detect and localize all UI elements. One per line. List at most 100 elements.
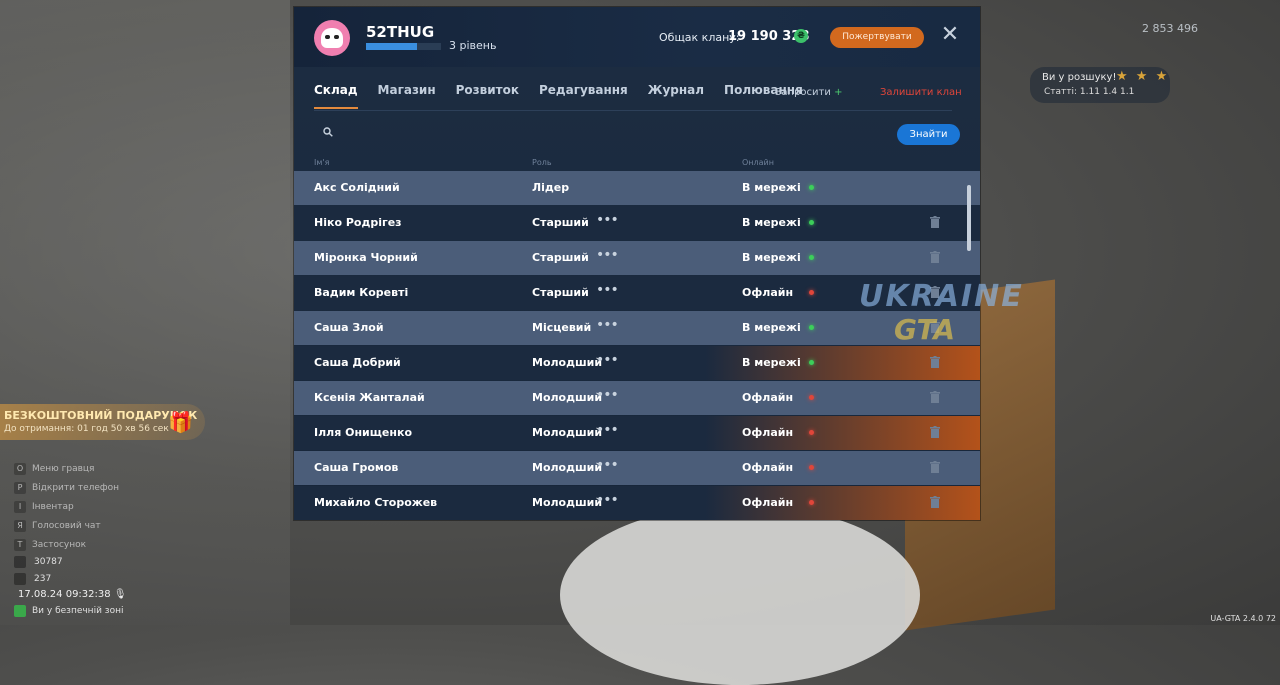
table-row[interactable]: Міронка Чорний Старший ••• В мережі [294, 241, 980, 275]
search-icon [323, 127, 333, 137]
ukraine-gta-watermark: UKRAINE GTA [859, 279, 1022, 349]
wanted-stars: ★ ★ ★ [1116, 69, 1170, 84]
clan-name: 52THUG [366, 23, 435, 41]
column-header-role: Роль [532, 158, 552, 167]
table-row[interactable]: Михайло Сторожев Молодший ••• Офлайн [294, 486, 980, 520]
column-header-online: Онлайн [742, 158, 774, 167]
member-name: Міронка Чорний [314, 251, 418, 264]
trash-icon[interactable] [930, 391, 940, 403]
trash-icon[interactable] [930, 216, 940, 228]
clan-xp-fill [366, 43, 417, 50]
close-icon[interactable]: ✕ [940, 24, 960, 46]
table-row[interactable]: Ніко Родрігез Старший ••• В мережі [294, 206, 980, 240]
member-status: В мережі [742, 251, 801, 264]
hotkey-item[interactable]: O Меню гравця [14, 460, 119, 478]
trash-icon[interactable] [930, 426, 940, 438]
players-icon [14, 573, 26, 585]
member-name: Саша Громов [314, 461, 399, 474]
member-status: Офлайн [742, 391, 794, 404]
trash-icon[interactable] [930, 251, 940, 263]
member-name: Акс Солідний [314, 181, 400, 194]
offline-dot-icon [809, 500, 814, 505]
clan-tabs: Склад Магазин Розвиток Редагування Журнал Пол… [314, 83, 823, 109]
member-role: Молодший [532, 391, 603, 404]
member-status: Офлайн [742, 286, 794, 299]
tab-3[interactable]: Редагування [539, 83, 628, 109]
wanted-label: Ви у розшуку! [1042, 72, 1117, 83]
gift-timer: До отримання: 01 год 50 хв 56 сек [4, 424, 169, 434]
member-role: Старший [532, 286, 589, 299]
member-name: Саша Добрий [314, 356, 401, 369]
more-options-icon[interactable]: ••• [596, 317, 619, 333]
wanted-panel: Ви у розшуку! ★ ★ ★ Статті: 1.11 1.4 1.1 [1030, 67, 1170, 103]
member-name: Вадим Коревті [314, 286, 409, 299]
members-scrollbar[interactable] [967, 185, 971, 251]
donate-button[interactable]: Пожертвувати [830, 27, 924, 48]
plus-icon: + [834, 87, 843, 98]
tabs-divider [314, 110, 952, 111]
trash-icon[interactable] [930, 356, 940, 368]
trash-icon[interactable] [930, 461, 940, 473]
clan-level: 3 рівень [449, 39, 497, 52]
hotkey-item[interactable]: T Застосунок [14, 536, 119, 554]
member-search-input[interactable] [344, 123, 888, 145]
table-row[interactable]: Саша Громов Молодший ••• Офлайн [294, 451, 980, 485]
free-gift-banner[interactable]: БЕЗКОШТОВНИЙ ПОДАРУНОК До отримання: 01 … [0, 404, 205, 440]
invite-button[interactable]: Запросити + [775, 87, 842, 98]
member-status: Офлайн [742, 496, 794, 509]
hotkey-label: Застосунок [32, 540, 87, 550]
more-options-icon[interactable]: ••• [596, 492, 619, 508]
more-options-icon[interactable]: ••• [596, 282, 619, 298]
member-name: Михайло Сторожев [314, 496, 438, 509]
tab-1[interactable]: Магазин [378, 83, 436, 109]
more-options-icon[interactable]: ••• [596, 387, 619, 403]
table-row[interactable]: Саша Добрий Молодший ••• В мережі [294, 346, 980, 380]
offline-dot-icon [809, 430, 814, 435]
money-display: 2 853 496 [1142, 22, 1198, 35]
hotkey-item[interactable]: P Відкрити телефон [14, 479, 119, 497]
gift-icon: 🎁 [168, 410, 193, 434]
online-dot-icon [809, 185, 814, 190]
online-dot-icon [809, 325, 814, 330]
member-status: В мережі [742, 321, 801, 334]
find-button[interactable]: Знайти [897, 124, 960, 145]
more-options-icon[interactable]: ••• [596, 352, 619, 368]
tab-0[interactable]: Склад [314, 83, 358, 109]
more-options-icon[interactable]: ••• [596, 422, 619, 438]
more-options-icon[interactable]: ••• [596, 247, 619, 263]
tab-4[interactable]: Журнал [648, 83, 704, 109]
member-role: Лідер [532, 181, 570, 194]
hotkey-item[interactable]: I Інвентар [14, 498, 119, 516]
hotkey-item[interactable]: Я Голосовий чат [14, 517, 119, 535]
member-role: Молодший [532, 426, 603, 439]
offline-dot-icon [809, 465, 814, 470]
more-options-icon[interactable]: ••• [596, 212, 619, 228]
hotkey-label: Меню гравця [32, 464, 95, 474]
member-role: Старший [532, 216, 589, 229]
table-row[interactable]: Ксенія Жанталай Молодший ••• Офлайн [294, 381, 980, 415]
offline-dot-icon [809, 395, 814, 400]
table-row[interactable]: Ілля Онищенко Молодший ••• Офлайн [294, 416, 980, 450]
wanted-articles: Статті: 1.11 1.4 1.1 [1044, 87, 1135, 97]
member-role: Молодший [532, 461, 603, 474]
hotkey-label: Відкрити телефон [32, 483, 120, 493]
leave-clan-button[interactable]: Залишити клан [880, 87, 962, 98]
tab-2[interactable]: Розвиток [456, 83, 519, 109]
trash-icon[interactable] [930, 496, 940, 508]
member-name: Ніко Родрігез [314, 216, 402, 229]
hotkey-key: T [14, 539, 26, 551]
clan-header: 52THUG 3 рівень Общак клану: 19 190 328 … [294, 7, 980, 67]
member-name: Ілля Онищенко [314, 426, 413, 439]
member-role: Старший [532, 251, 589, 264]
online-dot-icon [809, 220, 814, 225]
member-status: В мережі [742, 356, 801, 369]
more-options-icon[interactable]: ••• [596, 457, 619, 473]
member-role: Молодший [532, 356, 603, 369]
member-name: Ксенія Жанталай [314, 391, 425, 404]
table-row[interactable]: Акс Солідний Лідер В мережі [294, 171, 980, 205]
safe-zone-indicator: Ви у безпечній зоні [14, 605, 123, 617]
watermark-line1: UKRAINE [859, 279, 1024, 314]
game-version: UA-GTA 2.4.0 72 [1210, 614, 1276, 623]
datetime: 17.08.24 09:32:38 🎙 [18, 589, 127, 600]
stormtrooper-mask-icon [321, 28, 343, 48]
